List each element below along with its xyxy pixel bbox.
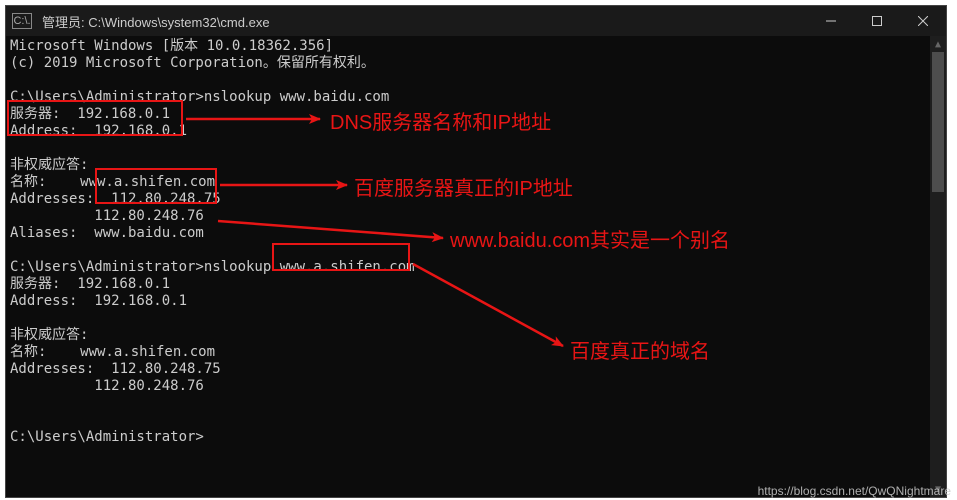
terminal-line: 112.80.248.76 — [10, 208, 204, 224]
scrollbar[interactable]: ▲ ▼ — [930, 36, 946, 497]
close-button[interactable] — [900, 6, 946, 36]
minimize-icon — [826, 16, 836, 26]
terminal-line: C:\Users\Administrator> — [10, 429, 204, 445]
maximize-icon — [872, 16, 882, 26]
terminal-line: Addresses: 112.80.248.75 — [10, 361, 221, 377]
maximize-button[interactable] — [854, 6, 900, 36]
annotation-label-dns: DNS服务器名称和IP地址 — [330, 106, 551, 135]
titlebar[interactable]: C:\. 管理员: C:\Windows\system32\cmd.exe — [6, 6, 946, 36]
terminal-line: 非权威应答: — [10, 327, 88, 343]
terminal-line: Aliases: www.baidu.com — [10, 225, 204, 241]
terminal-line: (c) 2019 Microsoft Corporation。保留所有权利。 — [10, 55, 375, 71]
annotation-label-domain: 百度真正的域名 — [570, 335, 710, 364]
cmd-icon: C:\. — [12, 13, 32, 29]
close-icon — [918, 16, 928, 26]
terminal-line: Microsoft Windows [版本 10.0.18362.356] — [10, 38, 333, 54]
terminal-line: 112.80.248.76 — [10, 378, 204, 394]
window-title: 管理员: C:\Windows\system32\cmd.exe — [38, 12, 808, 31]
annotation-label-ip: 百度服务器真正的IP地址 — [354, 172, 573, 201]
terminal-line: 非权威应答: — [10, 157, 88, 173]
terminal-line: Address: 192.168.0.1 — [10, 293, 187, 309]
terminal-line: 服务器: 192.168.0.1 — [10, 276, 170, 292]
scroll-up-icon[interactable]: ▲ — [930, 36, 946, 52]
window-controls — [808, 6, 946, 36]
scrollbar-thumb[interactable] — [932, 52, 944, 192]
annotation-label-alias: www.baidu.com其实是一个别名 — [450, 224, 730, 253]
annotation-box-domain — [272, 243, 410, 271]
annotation-box-ip — [95, 168, 217, 204]
minimize-button[interactable] — [808, 6, 854, 36]
annotation-box-dns — [7, 100, 183, 136]
terminal-line: 名称: www.a.shifen.com — [10, 344, 215, 360]
watermark: https://blog.csdn.net/QwQNightmare — [758, 484, 951, 498]
